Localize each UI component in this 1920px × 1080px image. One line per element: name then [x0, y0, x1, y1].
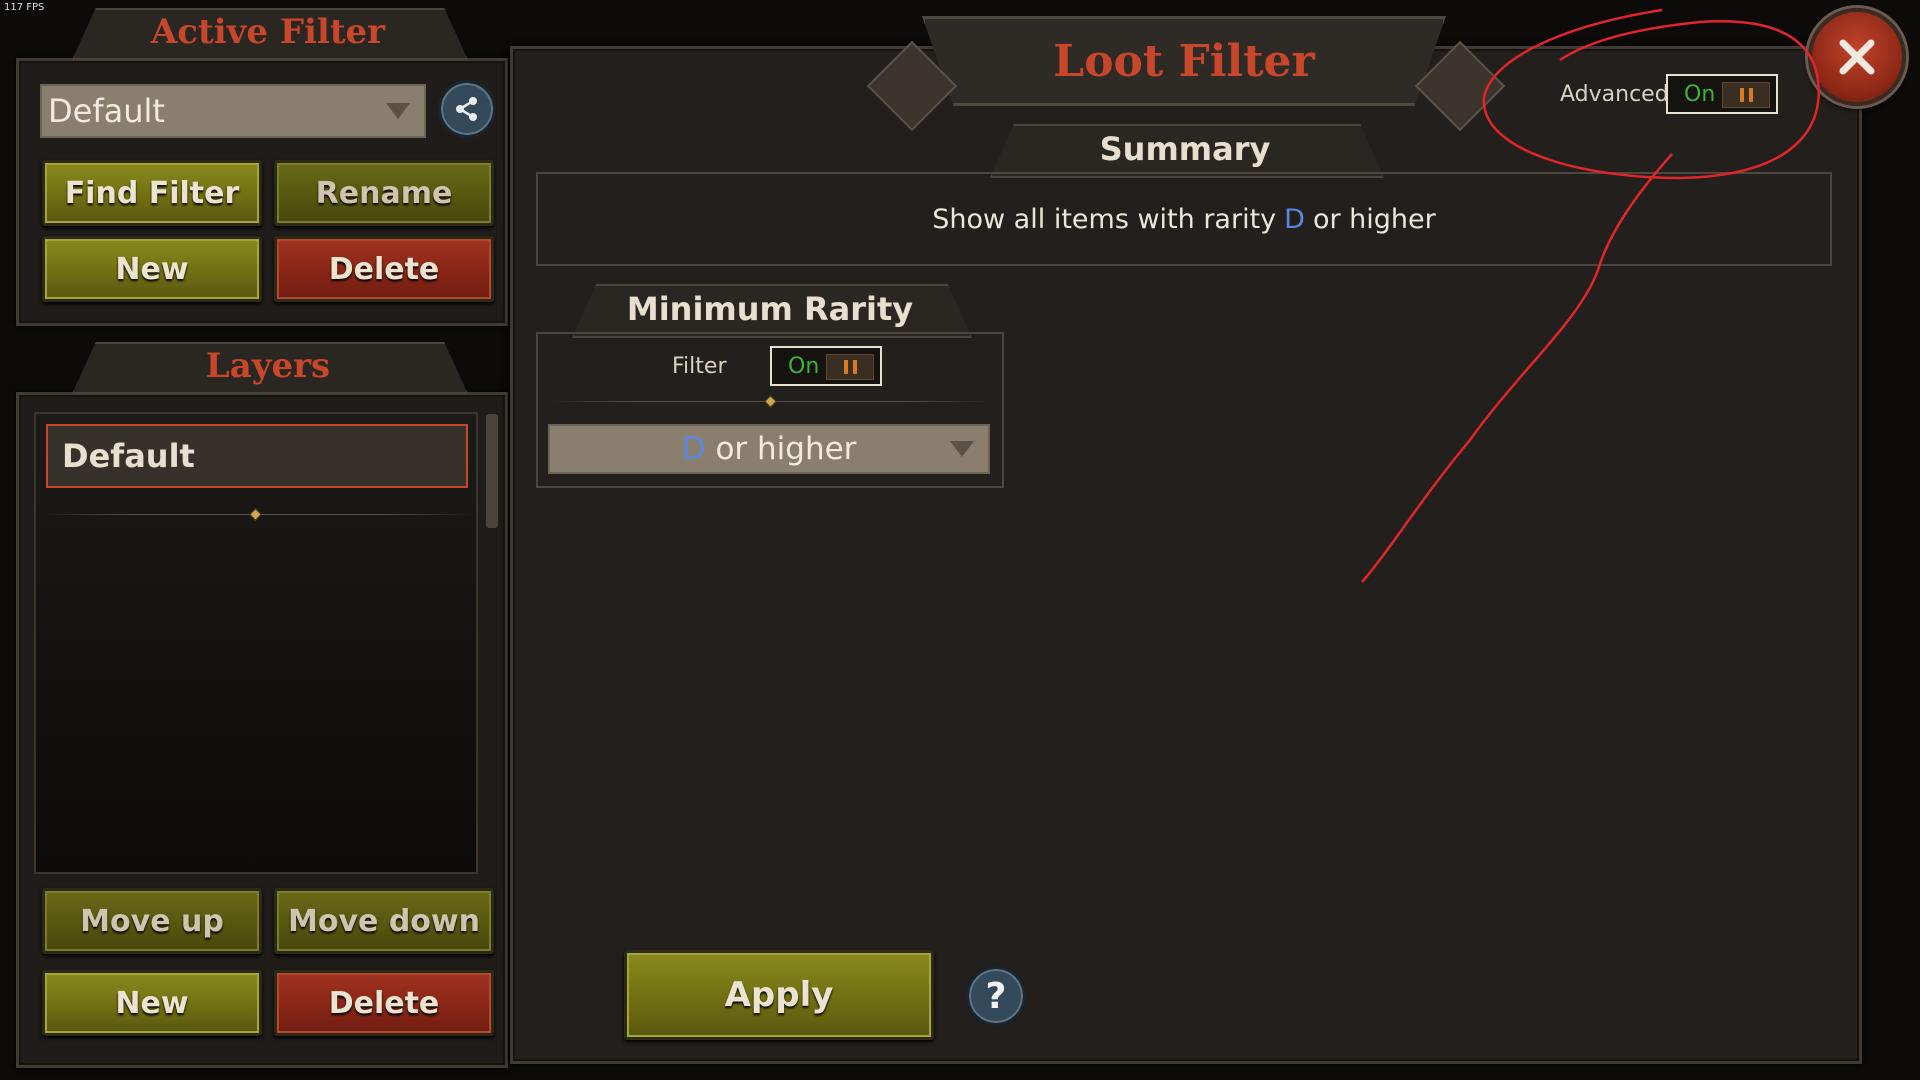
filter-label: Filter [672, 354, 727, 379]
rarity-select-letter: D [681, 431, 706, 467]
layers-tab: Layers [72, 342, 468, 394]
rename-button[interactable]: Rename [274, 160, 494, 226]
rarity-select-value: or higher [715, 431, 857, 467]
minimum-rarity-title: Minimum Rarity [626, 290, 914, 328]
fps-counter: 117 FPS [4, 2, 45, 13]
layer-item[interactable]: Default [46, 424, 468, 488]
share-icon [456, 97, 477, 121]
advanced-toggle[interactable]: On [1666, 74, 1778, 114]
summary-tab: Summary [990, 124, 1384, 178]
find-filter-button[interactable]: Find Filter [42, 160, 262, 226]
summary-text: Show all items with rarity [932, 203, 1277, 235]
filter-select[interactable]: Default [40, 84, 426, 138]
caret-down-icon [386, 103, 410, 119]
divider-ornament [249, 508, 262, 521]
summary-rarity: D [1284, 203, 1305, 235]
apply-button[interactable]: Apply [624, 950, 934, 1040]
delete-filter-button[interactable]: Delete [274, 236, 494, 302]
close-icon [1839, 39, 1875, 75]
new-filter-button[interactable]: New [42, 236, 262, 302]
close-button[interactable] [1808, 8, 1906, 106]
loot-filter-title: Loot Filter [1053, 35, 1315, 87]
share-button[interactable] [438, 80, 496, 138]
toggle-knob-icon [826, 354, 874, 380]
active-filter-title: Active Filter [150, 12, 386, 52]
layers-scrollbar[interactable] [486, 414, 498, 528]
summary-box: Show all items with rarity D or higher [536, 172, 1832, 266]
rarity-select[interactable]: D or higher [548, 424, 990, 474]
help-icon: ? [985, 975, 1007, 1017]
new-layer-button[interactable]: New [42, 970, 262, 1036]
summary-title: Summary [1099, 130, 1271, 168]
filter-toggle[interactable]: On [770, 346, 882, 386]
advanced-label: Advanced [1560, 82, 1669, 107]
summary-text-suffix: or higher [1312, 203, 1436, 235]
active-filter-tab: Active Filter [72, 8, 468, 60]
delete-layer-button[interactable]: Delete [274, 970, 494, 1036]
help-button[interactable]: ? [966, 966, 1026, 1026]
filter-toggle-state: On [788, 353, 820, 379]
filter-select-value: Default [48, 92, 165, 130]
move-up-button[interactable]: Move up [42, 888, 262, 954]
title-banner: Loot Filter [922, 16, 1446, 106]
layers-list: Default [34, 412, 478, 874]
layers-title: Layers [205, 346, 331, 386]
caret-down-icon [950, 441, 974, 457]
toggle-knob-icon [1722, 82, 1770, 108]
layer-item-label: Default [62, 437, 195, 475]
minimum-rarity-tab: Minimum Rarity [572, 284, 972, 338]
advanced-toggle-state: On [1684, 81, 1716, 107]
move-down-button[interactable]: Move down [274, 888, 494, 954]
